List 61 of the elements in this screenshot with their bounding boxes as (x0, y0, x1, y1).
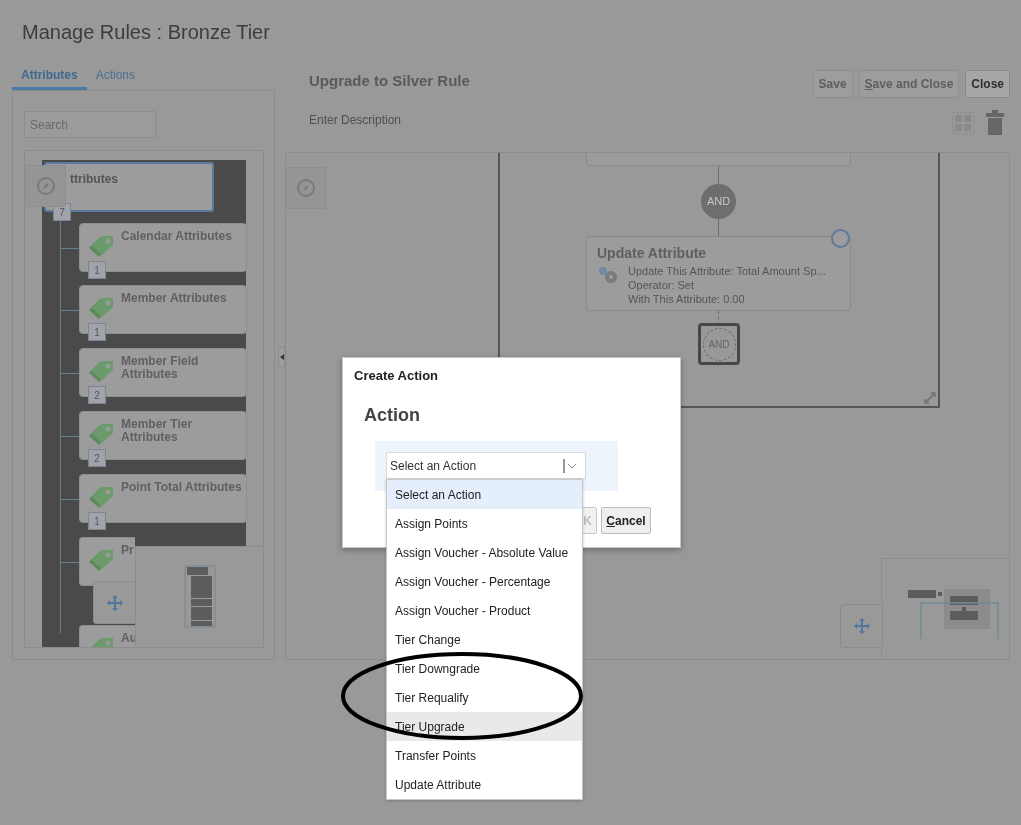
action-detail: Operator: Set (628, 278, 696, 292)
node-label: Pr (121, 544, 134, 557)
tag-icon (88, 233, 116, 257)
tree-connector (61, 499, 79, 500)
action-detail: Update This Attribute: Total Amount Sp... (628, 264, 826, 278)
count-badge: 1 (88, 261, 106, 279)
tag-icon (88, 421, 116, 445)
and-connector: AND (701, 184, 736, 219)
node-label: Member Field Attributes (121, 355, 200, 381)
count-badge: 1 (88, 323, 106, 341)
node-label: Member Attributes (121, 292, 228, 305)
dropdown-option[interactable]: Assign Voucher - Absolute Value (387, 538, 582, 567)
caret-icon (279, 354, 284, 360)
collapse-handle[interactable] (278, 347, 285, 367)
move-icon (852, 617, 871, 635)
rule-title: Upgrade to Silver Rule (309, 70, 470, 91)
navigate-button[interactable] (25, 165, 66, 207)
action-select[interactable]: Select an Action (386, 452, 586, 479)
cancel-button[interactable]: Cancel (601, 507, 651, 534)
action-detail: With This Attribute: 0.00 (628, 292, 746, 306)
page-title: Manage Rules : Bronze Tier (22, 20, 271, 44)
tree-connector (61, 436, 79, 437)
dialog-heading: Action (364, 404, 420, 427)
tree-connector (61, 373, 79, 374)
count-badge: 2 (88, 449, 106, 467)
dropdown-option[interactable]: Select an Action (387, 480, 582, 509)
chevron-down-icon (563, 458, 579, 473)
compass-icon (296, 178, 316, 198)
compass-icon (35, 176, 56, 196)
action-title: Update Attribute (597, 244, 707, 263)
dropdown-option[interactable]: Assign Voucher - Percentage (387, 567, 582, 596)
dropdown-option[interactable]: Update Attribute (387, 770, 582, 799)
tag-icon (88, 295, 116, 319)
count-badge: 1 (88, 512, 106, 530)
dropdown-option[interactable]: Transfer Points (387, 741, 582, 770)
toolbar-button[interactable]: Close (965, 70, 1010, 98)
node-label: Calendar Attributes (121, 230, 233, 243)
overview-map-drawing (184, 565, 216, 628)
tree-connector (61, 562, 79, 563)
pan-control[interactable] (93, 581, 136, 624)
node-label: ttributes (70, 171, 118, 188)
description-field[interactable]: Enter Description (306, 110, 606, 130)
dropdown-option[interactable]: Assign Voucher - Product (387, 596, 582, 625)
dialog-title: Create Action (354, 367, 439, 385)
tag-icon (88, 358, 116, 382)
tree-connector (61, 310, 79, 311)
pan-control[interactable] (840, 604, 883, 648)
node-label: Member Tier Attributes (121, 418, 194, 444)
tag-icon (88, 547, 116, 571)
dropdown-option[interactable]: Tier Requalify (387, 683, 582, 712)
node-label: Point Total Attributes (121, 481, 243, 494)
move-icon (105, 593, 124, 612)
tree-connector (61, 248, 79, 249)
trash-icon[interactable] (986, 110, 1004, 135)
navigate-button[interactable] (286, 167, 326, 209)
resize-icon[interactable] (924, 392, 936, 404)
dropdown-option[interactable]: Assign Points (387, 509, 582, 538)
dropdown-option[interactable]: Tier Change (387, 625, 582, 654)
count-badge: 2 (88, 386, 106, 404)
gears-icon (597, 265, 619, 285)
tag-icon (88, 484, 116, 508)
